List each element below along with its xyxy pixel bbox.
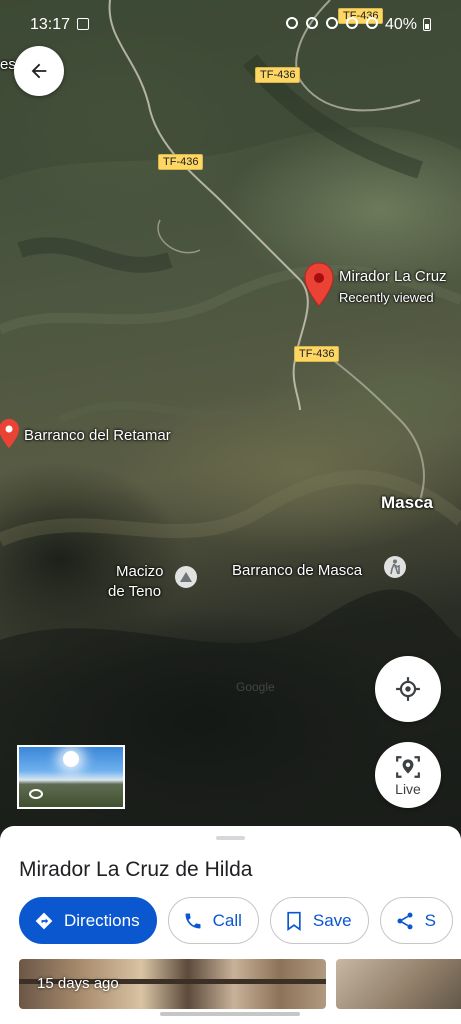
phone-icon	[185, 913, 201, 928]
action-chips: Directions Call Save S	[19, 897, 453, 944]
save-label: Save	[312, 910, 352, 930]
road-label-tf436: TF-436	[294, 346, 340, 362]
battery-percent: 40%	[385, 16, 418, 33]
map-watermark: Google	[236, 680, 275, 694]
share-label: S	[424, 910, 436, 930]
call-label: Call	[212, 910, 242, 930]
battery-icon	[423, 18, 431, 31]
drag-handle[interactable]	[216, 836, 245, 840]
notification-icon	[77, 18, 89, 30]
save-button[interactable]: Save	[269, 897, 369, 944]
road-label-tf436: TF-436	[158, 154, 204, 170]
selected-pin-icon[interactable]	[304, 262, 334, 308]
live-view-icon	[396, 755, 420, 778]
mute-icon	[306, 17, 318, 29]
mountain-icon[interactable]	[175, 566, 197, 588]
wifi-icon	[346, 17, 358, 29]
place-label-retamar[interactable]: Barranco del Retamar	[24, 427, 171, 445]
status-bar: 13:17 40%	[0, 0, 461, 50]
share-icon	[397, 912, 413, 929]
place-label-barranco-masca[interactable]: Barranco de Masca	[232, 562, 362, 580]
selected-pin-name[interactable]: Mirador La Cruz	[339, 268, 447, 286]
status-time: 13:17	[30, 16, 71, 33]
hiking-icon[interactable]	[384, 556, 406, 578]
place-bottom-sheet[interactable]: Mirador La Cruz de Hilda Directions Call…	[0, 826, 461, 1024]
directions-button[interactable]: Directions	[19, 897, 157, 944]
live-label: Live	[395, 780, 421, 797]
location-icon	[326, 17, 338, 29]
road-label-tf436: TF-436	[255, 67, 301, 83]
place-photo[interactable]: 15 days ago	[19, 959, 326, 1009]
call-button[interactable]: Call	[167, 897, 259, 944]
selected-pin-subtitle: Recently viewed	[339, 290, 434, 305]
bookmark-icon	[287, 911, 301, 931]
photo-age-label: 15 days ago	[37, 975, 119, 992]
my-location-button[interactable]	[375, 656, 441, 722]
street-view-thumbnail[interactable]	[17, 745, 125, 809]
arrow-back-icon	[31, 63, 47, 79]
directions-icon	[35, 912, 53, 929]
place-label-teno-line1[interactable]: Macizo	[116, 563, 164, 581]
place-pin-icon[interactable]	[0, 418, 20, 450]
place-label-masca[interactable]: Masca	[381, 494, 433, 512]
sun-glare	[63, 751, 79, 767]
signal-icon	[366, 17, 378, 29]
place-photo[interactable]	[336, 959, 461, 1009]
gesture-nav-bar[interactable]	[160, 1012, 300, 1016]
place-label-teno-line2[interactable]: de Teno	[108, 583, 161, 601]
photo-strip: 15 days ago	[19, 959, 461, 1009]
back-button[interactable]	[14, 46, 64, 96]
my-location-icon	[396, 677, 420, 701]
directions-label: Directions	[64, 910, 140, 930]
place-title: Mirador La Cruz de Hilda	[19, 858, 253, 881]
share-button[interactable]: S	[379, 897, 453, 944]
status-icons	[286, 17, 378, 29]
alarm-icon	[286, 17, 298, 29]
rotate-360-icon	[29, 789, 43, 799]
live-view-button[interactable]: Live	[375, 742, 441, 808]
